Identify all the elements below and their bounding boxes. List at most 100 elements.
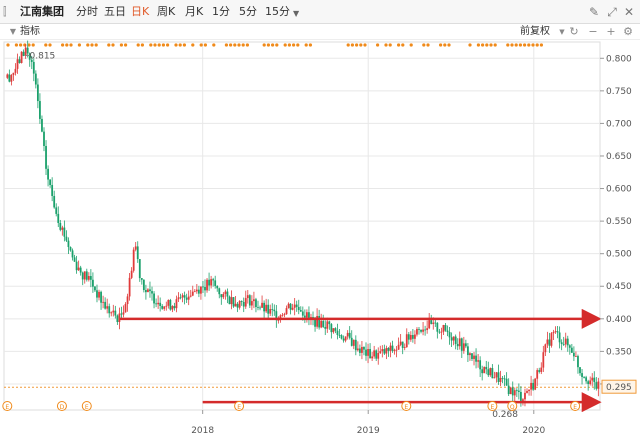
event-dot [65, 43, 69, 47]
event-dot [119, 43, 123, 47]
candle-body [542, 352, 545, 368]
candle-body [67, 240, 70, 248]
candle-body [395, 349, 398, 351]
event-dot [426, 43, 430, 47]
event-dot [111, 43, 115, 47]
candle-body [226, 291, 229, 297]
candle-body [397, 344, 400, 350]
candle-body [387, 347, 390, 351]
candle-body [430, 320, 433, 324]
event-dot [241, 43, 245, 47]
candle-body [39, 101, 41, 119]
candle-body [191, 291, 194, 296]
candle-body [401, 341, 404, 348]
event-dot [212, 43, 216, 47]
event-dot [518, 43, 523, 47]
event-dot [182, 43, 186, 47]
candle-body [142, 279, 145, 291]
candle-body [352, 339, 355, 346]
event-dot [136, 43, 140, 47]
candle-body [358, 348, 361, 353]
candle-body [208, 279, 210, 286]
candle-body [10, 74, 13, 82]
candle-body [79, 267, 82, 273]
candle-body [591, 377, 594, 381]
candle-body [161, 305, 164, 309]
event-markers: EDEEEEQE [2, 55, 581, 411]
current-price-label: 0.295 [606, 383, 632, 393]
candle-body [96, 290, 98, 298]
candle-body [63, 227, 66, 237]
candle-body [422, 329, 424, 332]
candle-body [589, 380, 592, 384]
candle-body [581, 373, 583, 377]
candle-body [273, 309, 276, 312]
candle-body [189, 295, 192, 297]
candle-body [336, 330, 339, 335]
y-tick-label: 0.450 [606, 282, 632, 292]
candle-body [473, 355, 475, 359]
candle-body [426, 328, 429, 331]
candle-body [289, 303, 292, 310]
candle-body [12, 72, 15, 75]
event-dot [485, 43, 489, 47]
candle-body [393, 349, 396, 351]
event-dot [447, 43, 451, 47]
event-dot [94, 43, 98, 47]
candle-body [548, 339, 551, 346]
candle-body [334, 328, 337, 331]
candle-body [230, 297, 233, 305]
candle-body [128, 277, 131, 297]
event-marker-label: E [85, 404, 89, 411]
y-tick-label: 0.600 [606, 185, 632, 195]
event-dot [355, 43, 359, 47]
candle-body [554, 331, 557, 333]
candle-body [432, 322, 435, 324]
candle-body [267, 304, 270, 314]
event-dot [439, 43, 443, 47]
candle-body [511, 387, 514, 396]
candle-body [173, 306, 176, 309]
event-dot [506, 43, 510, 47]
candle-body [528, 389, 530, 392]
candle-body [481, 369, 484, 374]
candle-body [403, 347, 406, 348]
y-tick-label: 0.350 [606, 347, 632, 357]
candle-body [120, 313, 123, 315]
candle-body [517, 390, 520, 392]
candle-body [53, 195, 56, 208]
event-dot [90, 43, 94, 47]
candle-body [222, 294, 225, 298]
candle-body [110, 312, 113, 314]
event-dot [48, 43, 52, 47]
candle-body [291, 307, 294, 310]
candle-body [446, 330, 449, 333]
candle-body [179, 297, 182, 299]
candle-body [475, 355, 477, 362]
candle-body [149, 289, 151, 292]
candle-body [136, 246, 139, 260]
candle-body [491, 368, 494, 379]
candle-body [593, 377, 596, 383]
candle-body [558, 332, 561, 343]
candle-body [306, 312, 308, 318]
candle-body [375, 350, 378, 359]
y-tick-label: 0.550 [606, 217, 632, 227]
candle-body [444, 324, 447, 331]
candle-body [14, 68, 17, 73]
candle-body [26, 47, 29, 54]
kline-chart[interactable]: 0.800 0.750 0.700 0.650 0.600 0.550 0.500 0.450… [0, 0, 640, 439]
event-dot [346, 43, 350, 47]
candle-body [326, 321, 329, 329]
event-dot-row [6, 43, 544, 47]
candle-body [85, 271, 88, 280]
candle-body [271, 309, 274, 310]
y-tick-label: 0.400 [606, 315, 632, 325]
event-dot [140, 43, 144, 47]
candle-body [147, 289, 149, 293]
y-tick-label: 0.800 [606, 54, 632, 64]
candle-body [340, 335, 343, 339]
candle-body [102, 301, 104, 303]
event-dot [233, 43, 237, 47]
candle-body [204, 286, 206, 291]
